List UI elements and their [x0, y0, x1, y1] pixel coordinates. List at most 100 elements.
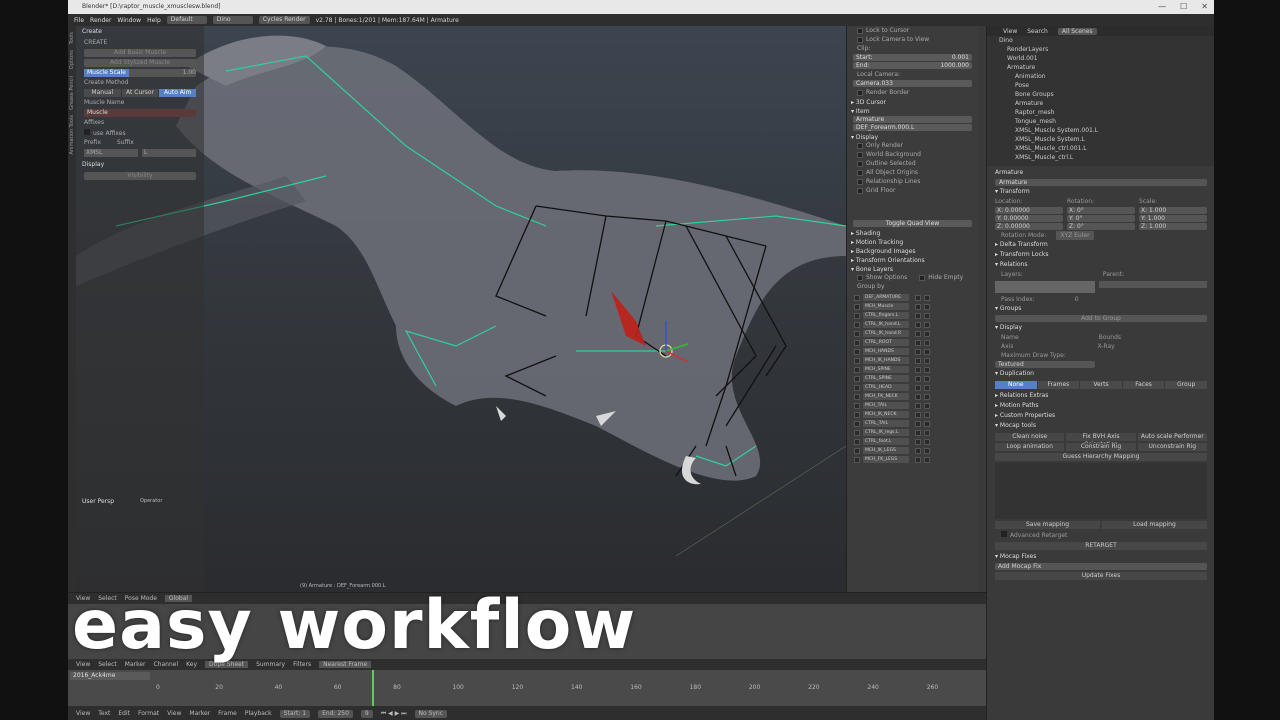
dup-group[interactable]: Group	[1165, 381, 1207, 389]
layer-lock-toggle[interactable]	[915, 357, 921, 364]
outliner-item[interactable]: World.001	[987, 54, 1214, 63]
grid-floor-toggle[interactable]: Grid Floor	[847, 186, 978, 195]
add-mocap-fix-select[interactable]: Add Mocap Fix	[995, 563, 1207, 570]
retarget-button[interactable]: RETARGET	[995, 542, 1207, 550]
clip-start-field[interactable]: Start: 0.001	[853, 54, 972, 61]
layer-visibility-toggle[interactable]	[854, 411, 860, 418]
bone-layer-row[interactable]: MCH_TAIL	[851, 401, 974, 410]
layer-select-toggle[interactable]	[924, 339, 930, 346]
layer-visibility-toggle[interactable]	[854, 384, 860, 391]
layer-lock-toggle[interactable]	[915, 384, 921, 391]
layer-select-toggle[interactable]	[924, 447, 930, 454]
method-auto-aim[interactable]: Auto Aim	[159, 89, 197, 97]
bone-layer-row[interactable]: MCH_SPINE	[851, 365, 974, 374]
transform-panel[interactable]: ▾ Transform	[987, 187, 1214, 197]
outliner-item[interactable]: Animation	[987, 72, 1214, 81]
parent-field[interactable]	[1099, 281, 1207, 288]
layer-visibility-toggle[interactable]	[854, 357, 860, 364]
relations-extras-panel[interactable]: ▸ Relations Extras	[987, 391, 1214, 401]
layer-lock-toggle[interactable]	[915, 330, 921, 337]
layer-visibility-toggle[interactable]	[854, 438, 860, 445]
footer-text-menu[interactable]: Text	[98, 710, 110, 717]
outliner-filter[interactable]: All Scenes	[1057, 27, 1097, 35]
motion-paths-panel[interactable]: ▸ Motion Paths	[987, 401, 1214, 411]
dup-none[interactable]: None	[995, 381, 1037, 389]
custom-properties-panel[interactable]: ▸ Custom Properties	[987, 411, 1214, 421]
bone-layer-row[interactable]: MCH_IK_LEGS	[851, 446, 974, 455]
minimize-button[interactable]: —	[1158, 0, 1166, 14]
method-at-cursor[interactable]: At Cursor	[121, 89, 159, 97]
only-render-toggle[interactable]: Only Render	[847, 141, 978, 150]
dup-faces[interactable]: Faces	[1122, 381, 1165, 389]
start-frame-field[interactable]: Start: 1	[279, 709, 311, 718]
layer-select-toggle[interactable]	[924, 294, 930, 301]
outliner-search-menu[interactable]: Search	[1027, 28, 1048, 35]
add-stylized-muscle-button[interactable]: Add Stylized Muscle	[84, 59, 196, 67]
lock-camera-to-view[interactable]: Lock Camera to View	[847, 35, 978, 44]
scene-selector[interactable]: Dino	[212, 16, 253, 24]
layer-visibility-toggle[interactable]	[854, 339, 860, 346]
bounds-checkbox[interactable]: Bounds	[1099, 333, 1121, 342]
rotation-y[interactable]: Y: 0°	[1067, 215, 1135, 222]
layer-visibility-toggle[interactable]	[854, 294, 860, 301]
layer-select-toggle[interactable]	[924, 384, 930, 391]
bone-layer-row[interactable]: MCH_IK_NECK	[851, 410, 974, 419]
render-border[interactable]: Render Border	[847, 88, 978, 97]
layer-visibility-toggle[interactable]	[854, 303, 860, 310]
layer-lock-toggle[interactable]	[915, 312, 921, 319]
menu-render[interactable]: Render	[90, 17, 111, 24]
layer-grid[interactable]	[995, 281, 1095, 293]
outliner-item[interactable]: Armature	[987, 63, 1214, 72]
footer-edit-menu[interactable]: Edit	[118, 710, 130, 717]
layer-lock-toggle[interactable]	[915, 366, 921, 373]
layer-visibility-toggle[interactable]	[854, 366, 860, 373]
layer-lock-toggle[interactable]	[915, 456, 921, 463]
bone-layer-row[interactable]: CTRL_ROOT	[851, 338, 974, 347]
tab-options[interactable]: Options	[69, 50, 75, 69]
object-name-field[interactable]: Armature	[995, 179, 1207, 186]
bone-layer-row[interactable]: CTRL_IK_legs.L	[851, 428, 974, 437]
layer-lock-toggle[interactable]	[915, 393, 921, 400]
display-panel-header[interactable]: Display	[76, 159, 204, 170]
bone-layer-row[interactable]: MCH_Muscle	[851, 302, 974, 311]
scale-y[interactable]: Y: 1.000	[1139, 215, 1207, 222]
close-button[interactable]: ✕	[1201, 0, 1208, 14]
draw-type-select[interactable]: Textured	[995, 361, 1095, 368]
layer-select-toggle[interactable]	[924, 456, 930, 463]
menu-window[interactable]: Window	[117, 17, 141, 24]
dup-verts[interactable]: Verts	[1080, 381, 1122, 389]
channel-label[interactable]: 2016_Ack4me	[70, 672, 150, 680]
layer-lock-toggle[interactable]	[915, 402, 921, 409]
item-name-field[interactable]: Armature	[853, 116, 972, 123]
show-options-toggle[interactable]: Show Options	[857, 273, 907, 282]
layer-select-toggle[interactable]	[924, 357, 930, 364]
delta-transform-panel[interactable]: ▸ Delta Transform	[987, 240, 1214, 250]
layer-select-toggle[interactable]	[924, 348, 930, 355]
use-affixes-checkbox[interactable]: use Affixes	[84, 129, 196, 137]
axis-checkbox[interactable]: Axis	[1001, 342, 1013, 351]
suffix-field[interactable]: L	[142, 149, 196, 157]
bone-mapping-list[interactable]	[995, 463, 1207, 519]
bone-layer-row[interactable]: CTRL_HEAD	[851, 383, 974, 392]
add-basic-muscle-button[interactable]: Add Basic Muscle	[84, 49, 196, 57]
layer-select-toggle[interactable]	[924, 330, 930, 337]
background-images-panel[interactable]: ▸ Background Images	[847, 246, 978, 255]
groups-panel[interactable]: ▾ Groups	[987, 304, 1214, 314]
bone-layer-row[interactable]: CTRL_foot.L	[851, 437, 974, 446]
timeline-view-menu[interactable]: View	[167, 710, 181, 717]
menu-help[interactable]: Help	[147, 17, 161, 24]
rotation-z[interactable]: Z: 0°	[1067, 223, 1135, 230]
bone-layer-row[interactable]: MCH_HANDS	[851, 347, 974, 356]
bone-layer-row[interactable]: CTRL_IK_hand.L	[851, 320, 974, 329]
layer-visibility-toggle[interactable]	[854, 321, 860, 328]
prefix-field[interactable]: XMSL	[84, 149, 138, 157]
outliner-item[interactable]: Dino	[987, 36, 1214, 45]
toggle-quad-view-button[interactable]: Toggle Quad View	[853, 220, 972, 227]
layout-selector[interactable]: Default	[166, 16, 207, 24]
bone-layer-row[interactable]: MCH_FK_LEGS	[851, 455, 974, 464]
pass-index-value[interactable]: 0	[1075, 295, 1079, 304]
layer-lock-toggle[interactable]	[915, 375, 921, 382]
auto-scale-button[interactable]: Auto scale Performer	[1137, 433, 1207, 441]
outliner-item[interactable]: XMSL_Muscle_ctrl.001.L	[987, 144, 1214, 153]
scale-z[interactable]: Z: 1.000	[1139, 223, 1207, 230]
